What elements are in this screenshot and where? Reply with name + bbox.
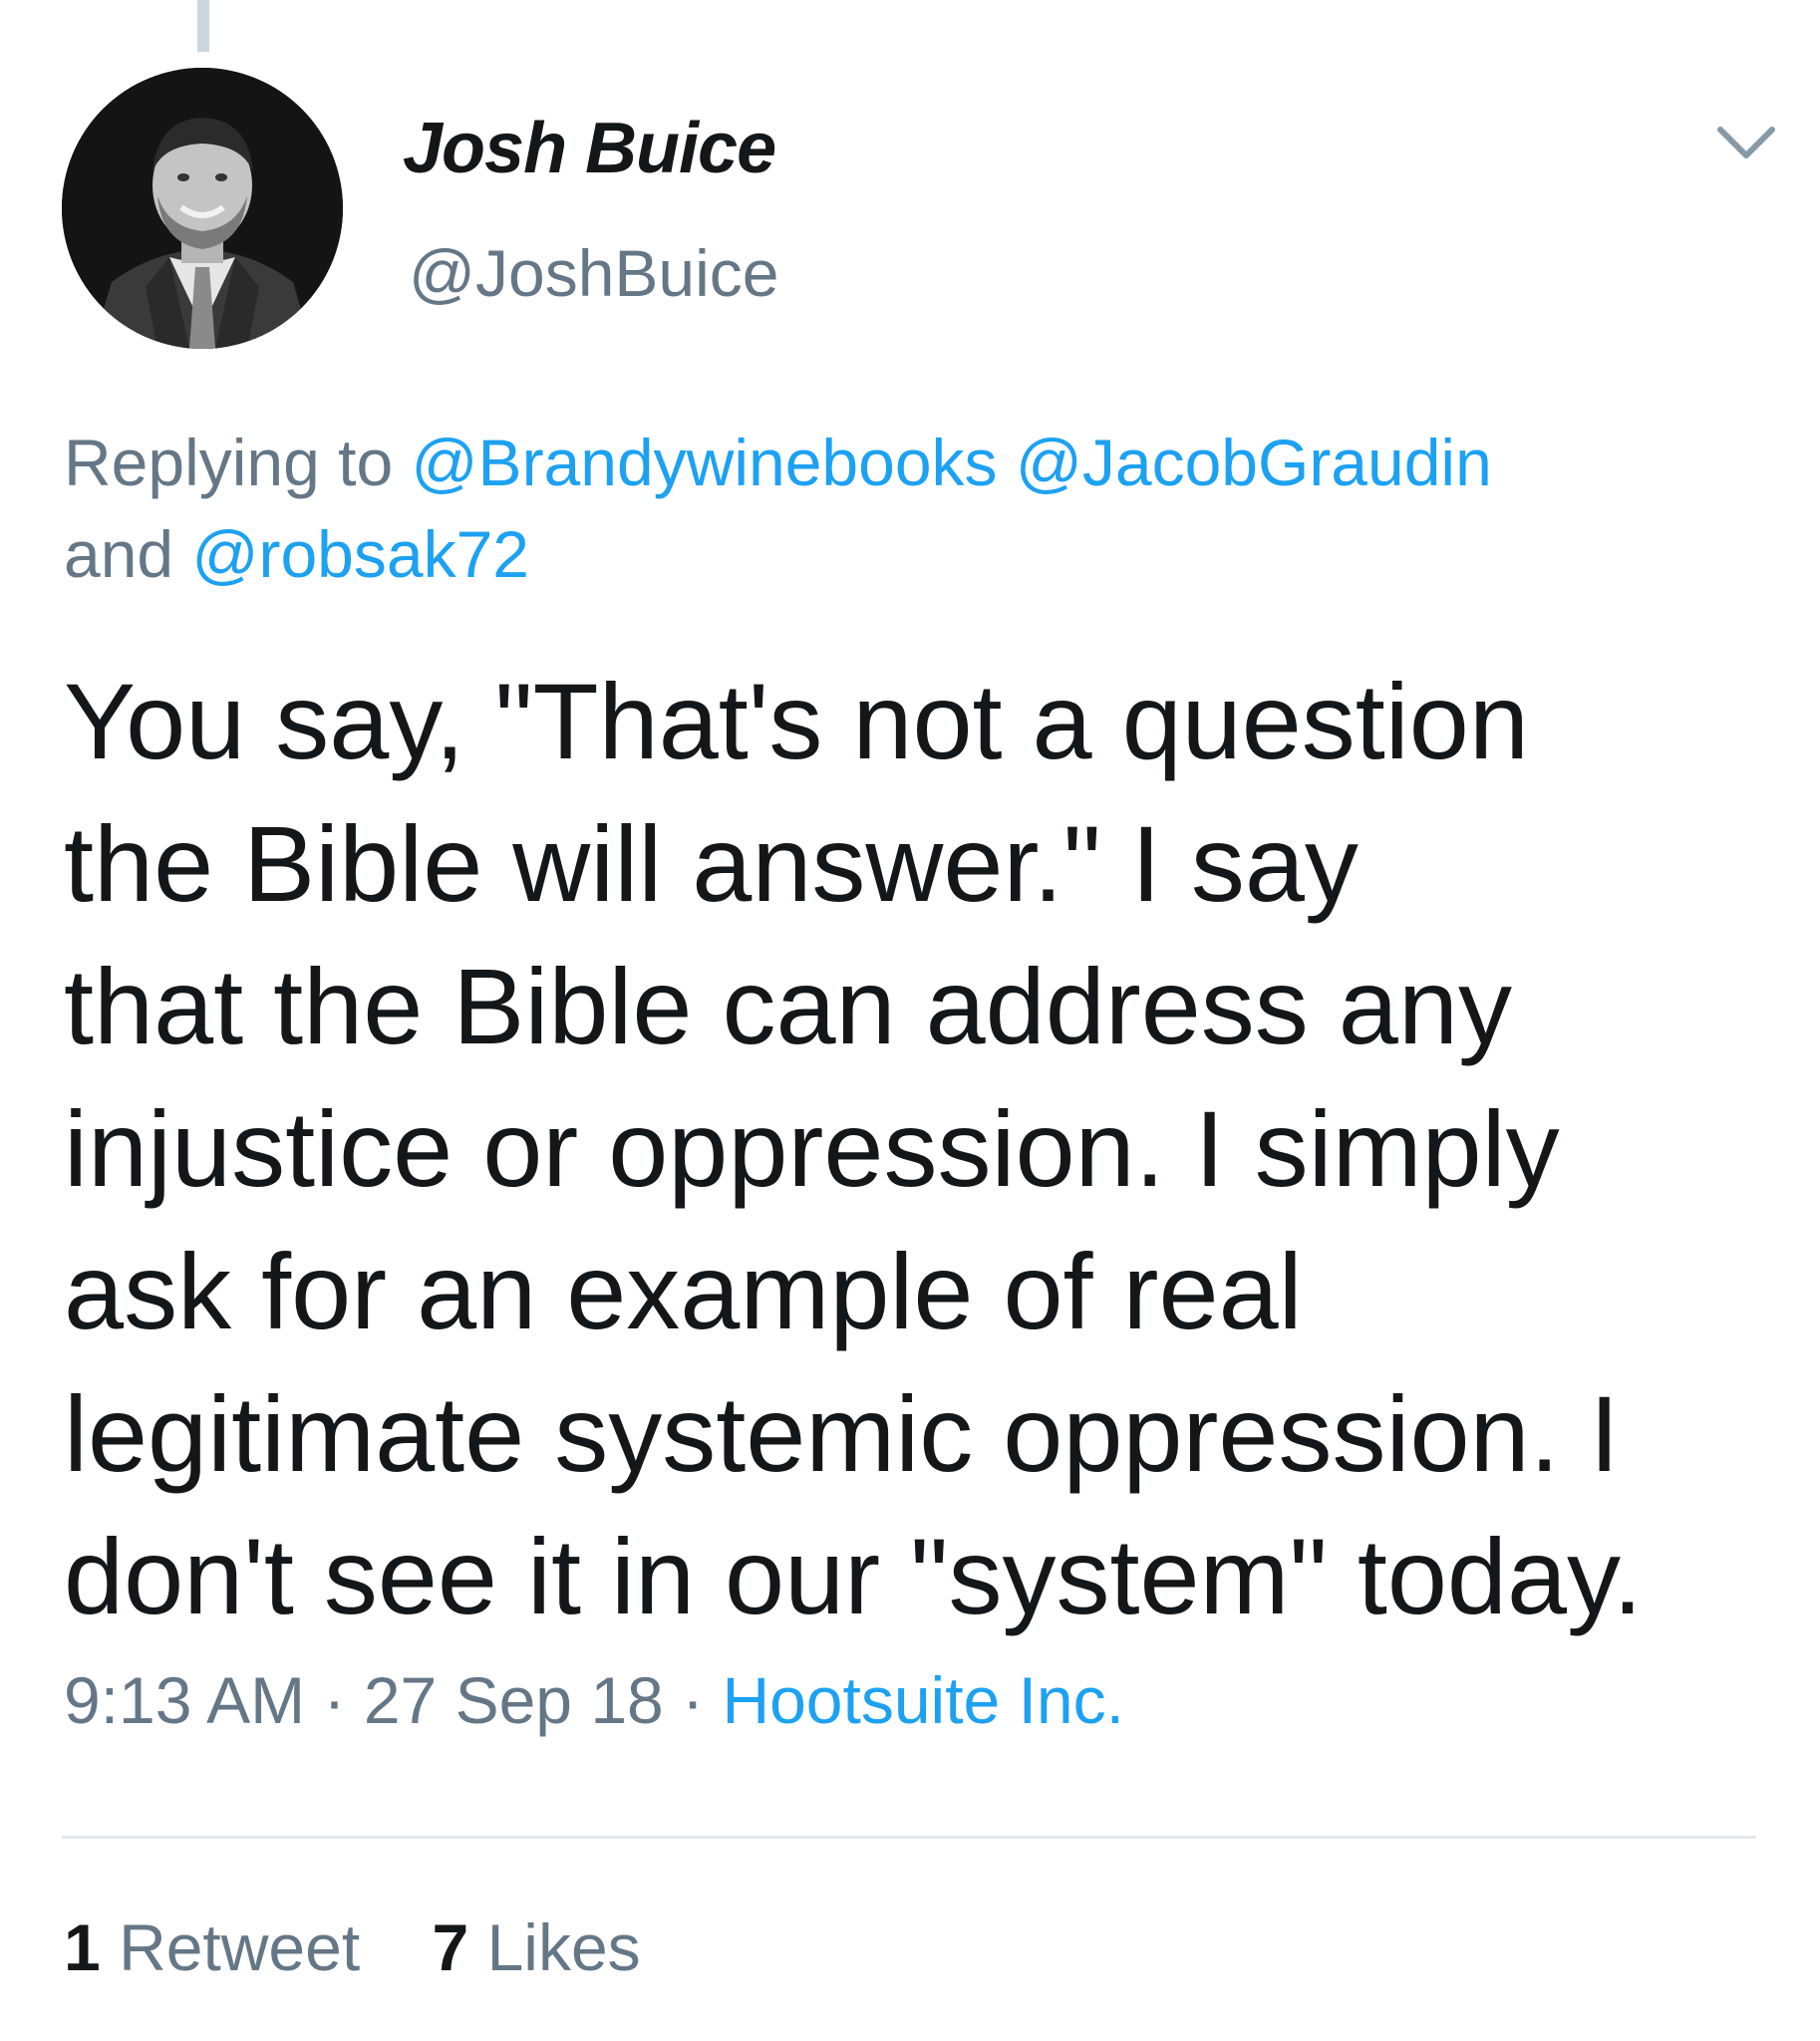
reply-prefix: Replying to <box>64 426 394 499</box>
likes-count: 7 <box>432 1910 469 1984</box>
tweet-text-line: the Bible will answer." I say <box>64 803 1359 924</box>
tweet-source-link[interactable]: Hootsuite Inc. <box>722 1663 1124 1737</box>
reply-context: Replying to @Brandywinebooks @JacobGraud… <box>64 417 1758 600</box>
tweet-text-line: injustice or oppression. I simply <box>64 1088 1560 1209</box>
meta-separator: · <box>323 1663 346 1737</box>
author-handle[interactable]: @JoshBuice <box>409 235 779 311</box>
tweet-stats: 1 Retweet 7 Likes <box>64 1909 695 1985</box>
avatar-photo <box>62 68 343 349</box>
mention-link[interactable]: @JacobGraudin <box>1016 426 1492 499</box>
likes-stat[interactable]: 7 Likes <box>433 1910 641 1984</box>
reply-conjunction: and <box>64 517 174 591</box>
mention-link[interactable]: @robsak72 <box>191 517 529 591</box>
thread-connector-line <box>197 0 209 52</box>
tweet-time: 9:13 AM <box>64 1663 306 1737</box>
tweet-text-line: legitimate systemic oppression. I <box>64 1373 1620 1494</box>
meta-separator: · <box>682 1663 705 1737</box>
retweets-stat[interactable]: 1 Retweet <box>64 1910 360 1984</box>
chevron-down-icon[interactable] <box>1714 122 1778 165</box>
avatar[interactable] <box>62 68 343 349</box>
author-display-name[interactable]: Josh Buice <box>403 108 776 189</box>
tweet-text-line: You say, "That's not a question <box>64 661 1529 781</box>
tweet-date: 27 Sep 18 <box>363 1663 664 1737</box>
retweets-count: 1 <box>64 1910 101 1984</box>
tweet-text-line: don't see it in our "system" today. <box>64 1516 1644 1636</box>
tweet-text-line: ask for an example of real <box>64 1231 1303 1351</box>
divider <box>62 1836 1756 1839</box>
likes-label: Likes <box>486 1910 641 1984</box>
tweet-meta: 9:13 AM · 27 Sep 18 · Hootsuite Inc. <box>64 1662 1124 1738</box>
retweets-label: Retweet <box>119 1910 361 1984</box>
tweet-text: You say, "That's not a question the Bibl… <box>64 650 1798 1647</box>
tweet-text-line: that the Bible can address any <box>64 946 1512 1066</box>
mention-link[interactable]: @Brandywinebooks <box>412 426 998 499</box>
